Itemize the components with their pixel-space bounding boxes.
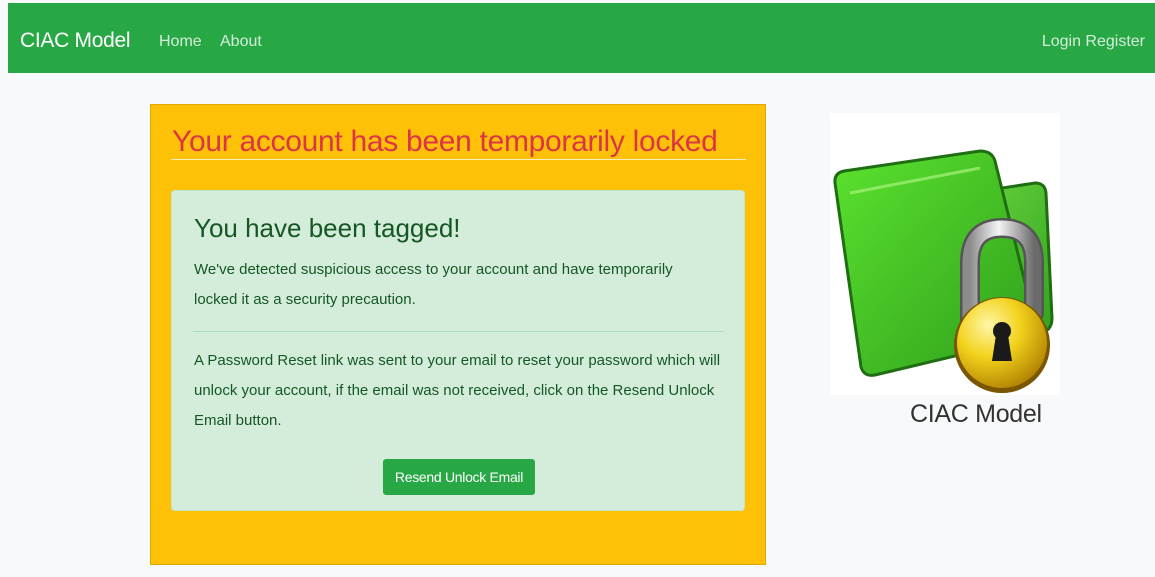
brand-link[interactable]: CIAC Model [20,29,131,53]
logo-caption: CIAC Model [910,400,1042,428]
nav-home-link[interactable]: Home [159,33,202,51]
logo-image [830,113,1060,395]
nav-about-link[interactable]: About [220,33,262,51]
locked-folder-icon [833,149,1054,393]
alert-message: We've detected suspicious access to your… [194,261,673,308]
alert-divider [193,331,724,332]
alert-heading: You have been tagged! [194,213,461,243]
resend-unlock-email-button[interactable]: Resend Unlock Email [383,459,535,495]
tagged-alert: You have been tagged! We've detected sus… [171,190,745,511]
navbar: CIAC Model Home About Login Register [8,3,1155,73]
nav-register-link[interactable]: Register [1085,33,1145,51]
title-divider [171,159,746,160]
page: CIAC Model Home About Login Register You… [0,0,1155,577]
account-locked-title: Your account has been temporarily locked [172,125,718,158]
alert-instructions: A Password Reset link was sent to your e… [194,352,721,429]
nav-login-link[interactable]: Login [1042,33,1081,51]
account-locked-panel: Your account has been temporarily locked… [150,104,766,565]
